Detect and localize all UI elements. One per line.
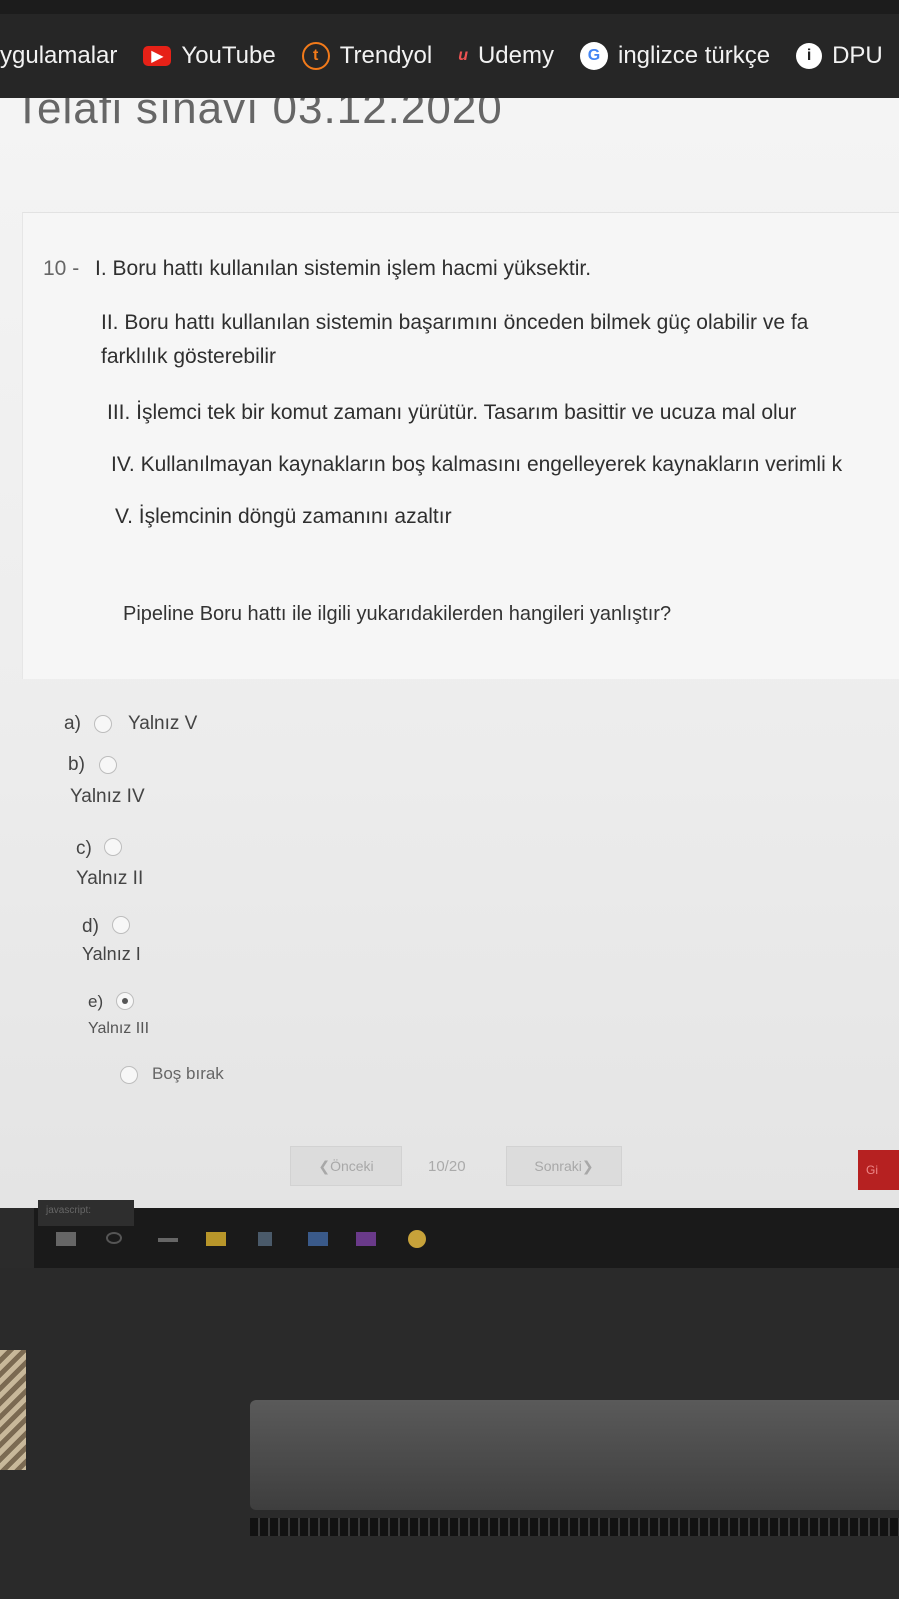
exam-page: Telafi sınavı 03.12.2020 10 - I. Boru ha… <box>0 98 899 1208</box>
mail-icon[interactable] <box>308 1232 328 1246</box>
option-b-text[interactable]: Yalnız IV <box>70 786 145 808</box>
option-d-letter: d) <box>82 916 99 937</box>
option-e-radio[interactable] <box>116 992 134 1010</box>
chrome-icon[interactable] <box>408 1230 426 1248</box>
cable <box>0 1350 26 1470</box>
question-prompt: Pipeline Boru hattı ile ilgili yukarıdak… <box>123 603 672 625</box>
skip-text[interactable]: Boş bırak <box>152 1064 224 1084</box>
option-b-letter: b) <box>68 754 85 775</box>
browser-top-strip <box>0 0 899 14</box>
statement-3: III. İşlemci tek bir komut zamanı yürütü… <box>107 401 797 424</box>
trendyol-icon: t <box>301 42 330 70</box>
bookmark-dpu[interactable]: i DPU <box>796 42 883 70</box>
bookmark-trendyol[interactable]: t Trendyol <box>301 42 433 70</box>
statement-5: V. İşlemcinin döngü zamanını azaltır <box>115 505 452 528</box>
laptop-hinge <box>250 1400 899 1510</box>
page-indicator: 10/20 <box>428 1158 466 1175</box>
laptop-grille <box>250 1518 899 1536</box>
windows-taskbar: javascript: <box>34 1200 899 1268</box>
udemy-icon: u <box>458 47 468 64</box>
finish-button[interactable]: Gi <box>858 1150 899 1190</box>
windows-start-icon[interactable] <box>56 1232 76 1246</box>
visual-studio-icon[interactable] <box>356 1232 376 1246</box>
option-e-letter: e) <box>88 992 104 1011</box>
exam-title: Telafi sınavı 03.12.2020 <box>14 98 503 133</box>
statement-2: II. Boru hattı kullanılan sistemin başar… <box>101 311 809 334</box>
question-number: 10 - <box>43 257 80 280</box>
option-a-letter: a) <box>64 713 81 734</box>
file-explorer-icon[interactable] <box>206 1232 226 1246</box>
option-d-text[interactable]: Yalnız I <box>82 944 141 965</box>
statement-1: I. Boru hattı kullanılan sistemin işlem … <box>95 257 592 280</box>
bookmarks-bar: ygulamalar ▶ YouTube t Trendyol u Udemy … <box>0 14 899 98</box>
previous-button[interactable]: ❮Önceki <box>290 1146 402 1186</box>
option-d-radio[interactable] <box>112 916 130 934</box>
question-box: 10 - I. Boru hattı kullanılan sistemin i… <box>22 212 899 679</box>
bookmark-label: Udemy <box>477 42 554 69</box>
option-c-text[interactable]: Yalnız II <box>76 868 143 890</box>
bookmark-apps[interactable]: ygulamalar <box>0 42 117 70</box>
bookmark-inglizce-turkce[interactable]: G inglizce türkçe <box>580 42 770 70</box>
option-c-letter: c) <box>76 838 92 859</box>
option-c-radio[interactable] <box>104 838 122 856</box>
status-url: javascript: <box>38 1200 134 1226</box>
bookmark-label: DPU <box>832 42 883 69</box>
dpu-icon: i <box>796 43 823 69</box>
option-a-text[interactable]: Yalnız V <box>128 713 197 735</box>
bookmark-label: ygulamalar <box>0 42 118 69</box>
youtube-icon: ▶ <box>143 46 172 66</box>
option-b-radio[interactable] <box>99 756 117 774</box>
option-e-text[interactable]: Yalnız III <box>88 1020 149 1038</box>
google-icon: G <box>580 42 608 70</box>
statement-4: IV. Kullanılmayan kaynakların boş kalmas… <box>111 453 843 476</box>
skip-radio[interactable] <box>120 1066 138 1084</box>
option-a-radio[interactable] <box>94 715 112 733</box>
network-icon[interactable] <box>258 1232 272 1246</box>
bookmark-label: Trendyol <box>339 42 433 69</box>
bookmark-youtube[interactable]: ▶ YouTube <box>143 42 276 70</box>
statement-2-continued: farklılık gösterebilir <box>101 345 277 368</box>
bookmark-label: inglizce türkçe <box>618 42 771 69</box>
next-button[interactable]: Sonraki❯ <box>506 1146 622 1186</box>
bookmark-udemy[interactable]: u Udemy <box>458 42 554 70</box>
bookmark-label: YouTube <box>181 42 276 69</box>
task-view-icon[interactable] <box>158 1238 178 1242</box>
search-icon[interactable] <box>106 1232 122 1244</box>
